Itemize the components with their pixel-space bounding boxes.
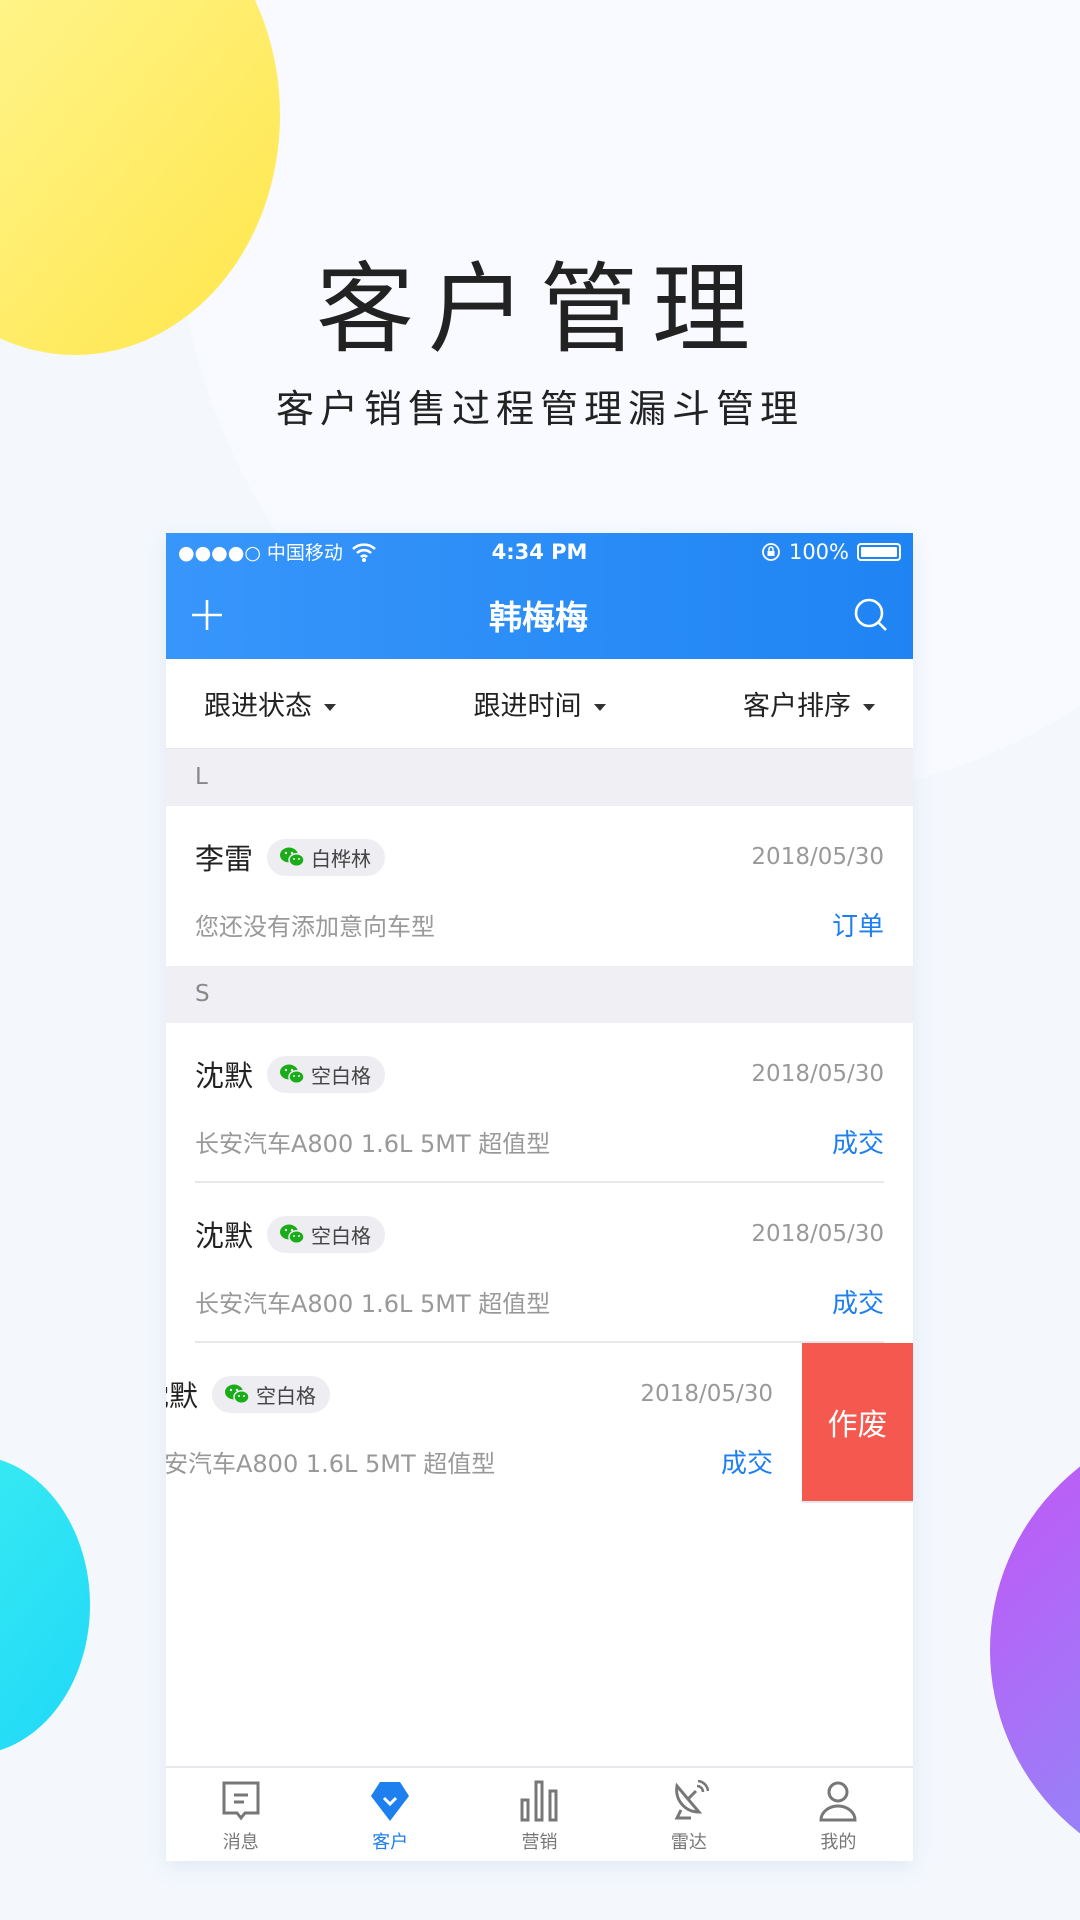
page-title: 韩梅梅 bbox=[489, 597, 588, 637]
decor-circle-cyan bbox=[0, 1459, 90, 1751]
void-button[interactable]: 作废 bbox=[802, 1343, 913, 1501]
action-link[interactable]: 成交 bbox=[832, 1283, 884, 1320]
user-icon bbox=[819, 1781, 857, 1822]
tab-label: 客户 bbox=[372, 1832, 409, 1853]
nav-bar: 韩梅梅 bbox=[166, 570, 913, 659]
wechat-tag: 空白格 bbox=[267, 1055, 386, 1093]
battery-percent: 100% bbox=[788, 539, 849, 564]
caret-down-icon bbox=[863, 704, 875, 717]
header: ●●●●○ 中国移动 4:34 PM 100% 韩梅梅 bbox=[166, 533, 913, 659]
customer-name: 沈默 bbox=[195, 1219, 254, 1253]
tag-label: 白桦林 bbox=[311, 846, 372, 871]
customer-list: L 李雷 白桦林 2018/05/30 您还没有添加意向车型 订单 S 沈默 空白格 2018/0… bbox=[166, 749, 913, 1503]
battery-icon bbox=[857, 542, 901, 561]
list-item[interactable]: 沈默 空白格 2018/05/30 长安汽车A800 1.6L 5MT 超值型 成交 bbox=[166, 1023, 913, 1183]
caret-down-icon bbox=[324, 704, 336, 717]
tab-bar: 消息 客户 营销 雷达 我的 bbox=[166, 1766, 913, 1861]
tab-messages[interactable]: 消息 bbox=[166, 1768, 315, 1861]
customer-name: 沈默 bbox=[195, 1059, 254, 1093]
hero-subtitle: 客户销售过程管理漏斗管理 bbox=[275, 387, 804, 431]
section-header: L bbox=[166, 749, 913, 806]
car-model: 长安汽车A800 1.6L 5MT 超值型 bbox=[195, 1290, 551, 1318]
filter-sort[interactable]: 客户排序 bbox=[743, 684, 875, 723]
tab-me[interactable]: 我的 bbox=[764, 1768, 913, 1861]
tag-label: 空白格 bbox=[311, 1223, 372, 1248]
car-model: 长安汽车A800 1.6L 5MT 超值型 bbox=[166, 1450, 496, 1478]
customer-name: 李雷 bbox=[195, 842, 254, 876]
decor-circle-purple bbox=[990, 1466, 1080, 1834]
list-item[interactable]: 李雷 白桦林 2018/05/30 您还没有添加意向车型 订单 bbox=[166, 806, 913, 966]
wechat-icon bbox=[225, 1384, 250, 1405]
filter-label: 跟进时间 bbox=[473, 691, 582, 722]
car-model: 长安汽车A800 1.6L 5MT 超值型 bbox=[195, 1130, 551, 1158]
filter-label: 跟进状态 bbox=[204, 691, 312, 722]
tab-label: 雷达 bbox=[670, 1832, 707, 1853]
list-item[interactable]: 沈默 空白格 2018/05/30 长安汽车A800 1.6L 5MT 超值型 成交 bbox=[166, 1343, 802, 1503]
wechat-icon bbox=[280, 1224, 305, 1245]
wechat-icon bbox=[280, 1064, 305, 1085]
search-icon[interactable] bbox=[853, 597, 889, 633]
filter-label: 客户排序 bbox=[743, 691, 851, 722]
hero-title: 客户管理 bbox=[315, 253, 764, 367]
tag-label: 空白格 bbox=[311, 1063, 372, 1088]
action-link[interactable]: 成交 bbox=[721, 1443, 773, 1480]
bar-chart-icon bbox=[520, 1780, 558, 1822]
follow-date: 2018/05/30 bbox=[751, 1221, 884, 1247]
rotation-lock-icon bbox=[762, 542, 780, 561]
message-icon bbox=[222, 1781, 260, 1821]
tab-label: 消息 bbox=[222, 1832, 259, 1853]
caret-down-icon bbox=[593, 704, 606, 717]
radar-dish-icon bbox=[674, 1780, 709, 1820]
phone-screen: ●●●●○ 中国移动 4:34 PM 100% 韩梅梅 跟进状态 跟进时间 客户… bbox=[166, 533, 913, 1861]
wechat-tag: 空白格 bbox=[212, 1375, 331, 1413]
tab-label: 营销 bbox=[521, 1832, 558, 1853]
wechat-icon bbox=[280, 847, 305, 868]
list-item[interactable]: 沈默 空白格 2018/05/30 长安汽车A800 1.6L 5MT 超值型 成交 bbox=[166, 1183, 913, 1343]
action-link[interactable]: 订单 bbox=[832, 906, 884, 943]
follow-date: 2018/05/30 bbox=[751, 1061, 884, 1087]
filter-time[interactable]: 跟进时间 bbox=[474, 684, 606, 723]
filter-status[interactable]: 跟进状态 bbox=[204, 684, 336, 723]
status-bar: ●●●●○ 中国移动 4:34 PM 100% bbox=[166, 533, 913, 570]
tab-marketing[interactable]: 营销 bbox=[465, 1768, 614, 1861]
swiped-row[interactable]: 沈默 空白格 2018/05/30 长安汽车A800 1.6L 5MT 超值型 成交作废 bbox=[166, 1343, 913, 1503]
filter-bar: 跟进状态 跟进时间 客户排序 bbox=[166, 659, 913, 749]
follow-date: 2018/05/30 bbox=[640, 1381, 773, 1407]
action-link[interactable]: 成交 bbox=[832, 1123, 884, 1160]
car-model: 您还没有添加意向车型 bbox=[195, 913, 435, 941]
tab-customers[interactable]: 客户 bbox=[315, 1768, 464, 1861]
wechat-tag: 白桦林 bbox=[267, 838, 386, 876]
customer-name: 沈默 bbox=[166, 1379, 199, 1413]
wechat-tag: 空白格 bbox=[267, 1215, 386, 1253]
tag-label: 空白格 bbox=[256, 1383, 317, 1408]
follow-date: 2018/05/30 bbox=[751, 844, 884, 870]
tab-radar[interactable]: 雷达 bbox=[614, 1768, 763, 1861]
tab-label: 我的 bbox=[820, 1832, 857, 1853]
plus-icon[interactable] bbox=[190, 598, 224, 632]
customer-icon bbox=[371, 1782, 410, 1821]
section-header: S bbox=[166, 966, 913, 1023]
